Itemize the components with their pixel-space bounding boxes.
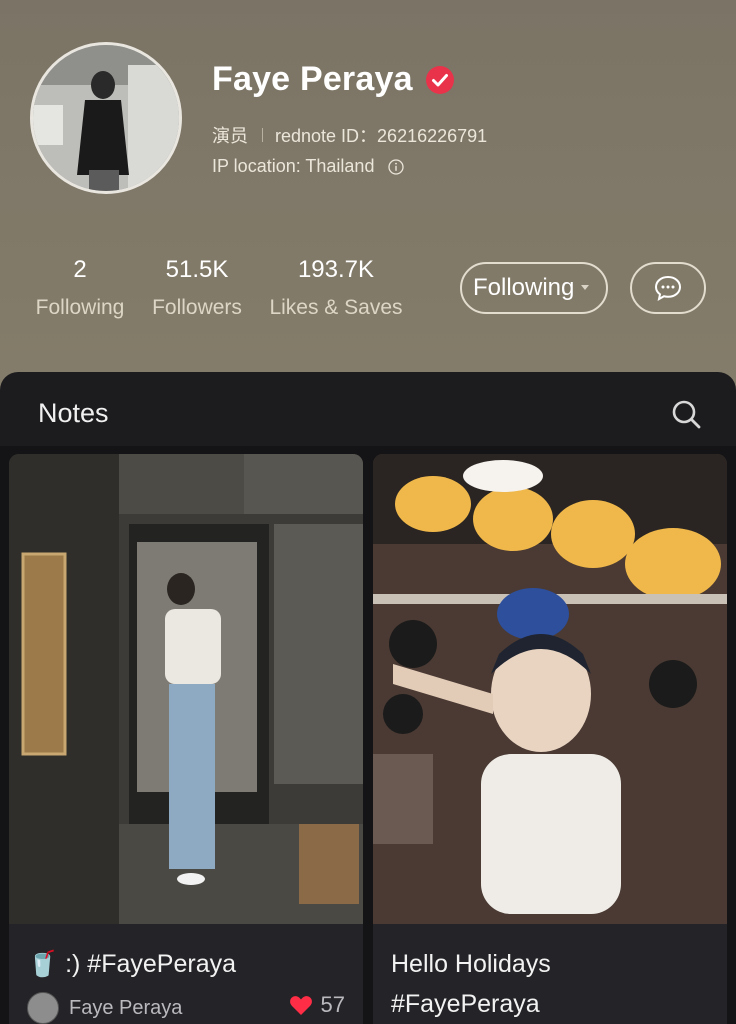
- note-cover-image[interactable]: [9, 454, 363, 924]
- note-caption-line2: #FayePeraya: [391, 990, 540, 1018]
- ip-location-row: IP location: Thailand: [212, 156, 405, 177]
- note-card[interactable]: Hello Holidays #FayePeraya: [373, 454, 727, 1024]
- chat-bubble-icon: [654, 275, 682, 301]
- stat-value: 2: [73, 256, 87, 283]
- stat-label: Following: [35, 296, 125, 319]
- notes-panel: Notes 🥤:) #FayePeraya Faye Peraya 57 He…: [0, 372, 736, 1024]
- heart-icon: [289, 996, 312, 1015]
- profile-stats: 2 Following 51.5K Followers 193.7K Likes…: [0, 256, 440, 336]
- avatar-photo: [33, 45, 179, 191]
- following-button[interactable]: Following: [460, 262, 608, 314]
- stat-label: Followers: [152, 296, 242, 319]
- note-author[interactable]: Faye Peraya: [27, 992, 182, 1024]
- profile-avatar[interactable]: [30, 42, 182, 194]
- message-button[interactable]: [630, 262, 706, 314]
- notes-tab[interactable]: Notes: [38, 398, 109, 429]
- note-caption[interactable]: 🥤 :) #FayePeraya: [27, 944, 236, 984]
- stat-likes-saves[interactable]: 193.7K Likes & Saves: [262, 256, 410, 320]
- note-like-button[interactable]: 57: [289, 992, 345, 1018]
- caret-down-icon: [581, 285, 590, 290]
- search-icon[interactable]: [670, 398, 702, 430]
- meta-divider: [262, 128, 263, 142]
- ip-location: IP location: Thailand: [212, 156, 375, 176]
- cup-drink-icon: 🥤: [27, 950, 59, 978]
- author-avatar: [27, 992, 59, 1024]
- profile-name: Faye Peraya: [212, 60, 413, 98]
- stat-label: Likes & Saves: [269, 296, 403, 319]
- note-photo-mickey-plush-store: [373, 454, 727, 924]
- note-photo-cafe-entrance: [9, 454, 363, 924]
- note-caption-text: :) #FayePeraya: [65, 950, 237, 978]
- stat-following[interactable]: 2 Following: [30, 256, 130, 320]
- stat-value: 193.7K: [297, 256, 375, 283]
- profile-role: 演员: [212, 126, 248, 146]
- note-cover-image[interactable]: [373, 454, 727, 924]
- like-count: 57: [320, 992, 345, 1017]
- profile-meta-row: 演员 rednote ID：26216226791: [212, 122, 487, 148]
- note-caption[interactable]: Hello Holidays #FayePeraya: [391, 944, 551, 1024]
- author-name: Faye Peraya: [69, 996, 183, 1019]
- notes-header: Notes: [0, 372, 736, 446]
- verified-badge-icon: [425, 65, 454, 94]
- note-card[interactable]: 🥤 :) #FayePeraya Faye Peraya 57: [9, 454, 363, 1024]
- notes-grid: 🥤 :) #FayePeraya Faye Peraya 57 Hello Ho…: [0, 446, 736, 1024]
- note-caption-line1: Hello Holidays: [391, 950, 551, 978]
- stat-followers[interactable]: 51.5K Followers: [146, 256, 248, 320]
- profile-name-row: Faye Peraya: [212, 60, 455, 99]
- following-button-label: Following: [473, 274, 575, 301]
- info-icon[interactable]: [388, 158, 405, 175]
- stat-value: 51.5K: [165, 256, 229, 283]
- rednote-id[interactable]: rednote ID：26216226791: [275, 122, 487, 148]
